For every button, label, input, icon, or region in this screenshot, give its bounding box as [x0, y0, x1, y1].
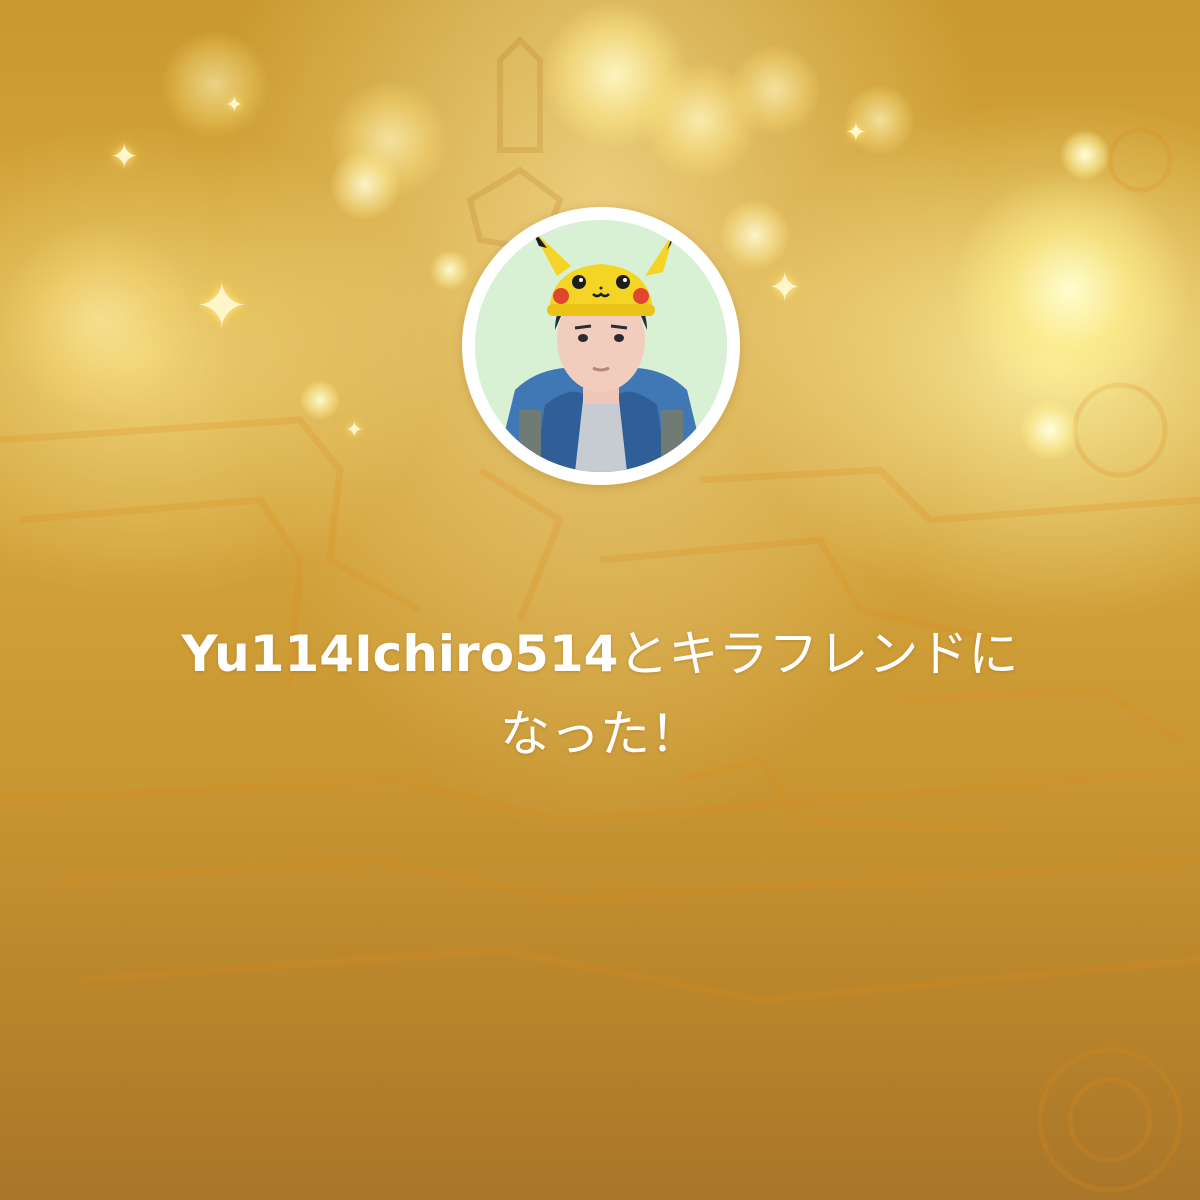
message-suffix: とキラフレンドに [618, 625, 1019, 683]
trainer-avatar[interactable] [462, 207, 740, 485]
avatar-image [475, 220, 727, 472]
map-background [0, 35, 1200, 1193]
lucky-friend-message: Yu114Ichiro514とキラフレンドに なった！ [50, 614, 1150, 774]
friend-username: Yu114Ichiro514 [181, 625, 619, 683]
lucky-friend-screen[interactable]: ✦ ✦ ✦ ✦ ✦ ✦ Yu114Ichiro514とキラフレンドに なった！ [0, 0, 1200, 1200]
message-line-2: なった！ [500, 705, 700, 763]
trainer-avatar-icon [475, 220, 727, 472]
